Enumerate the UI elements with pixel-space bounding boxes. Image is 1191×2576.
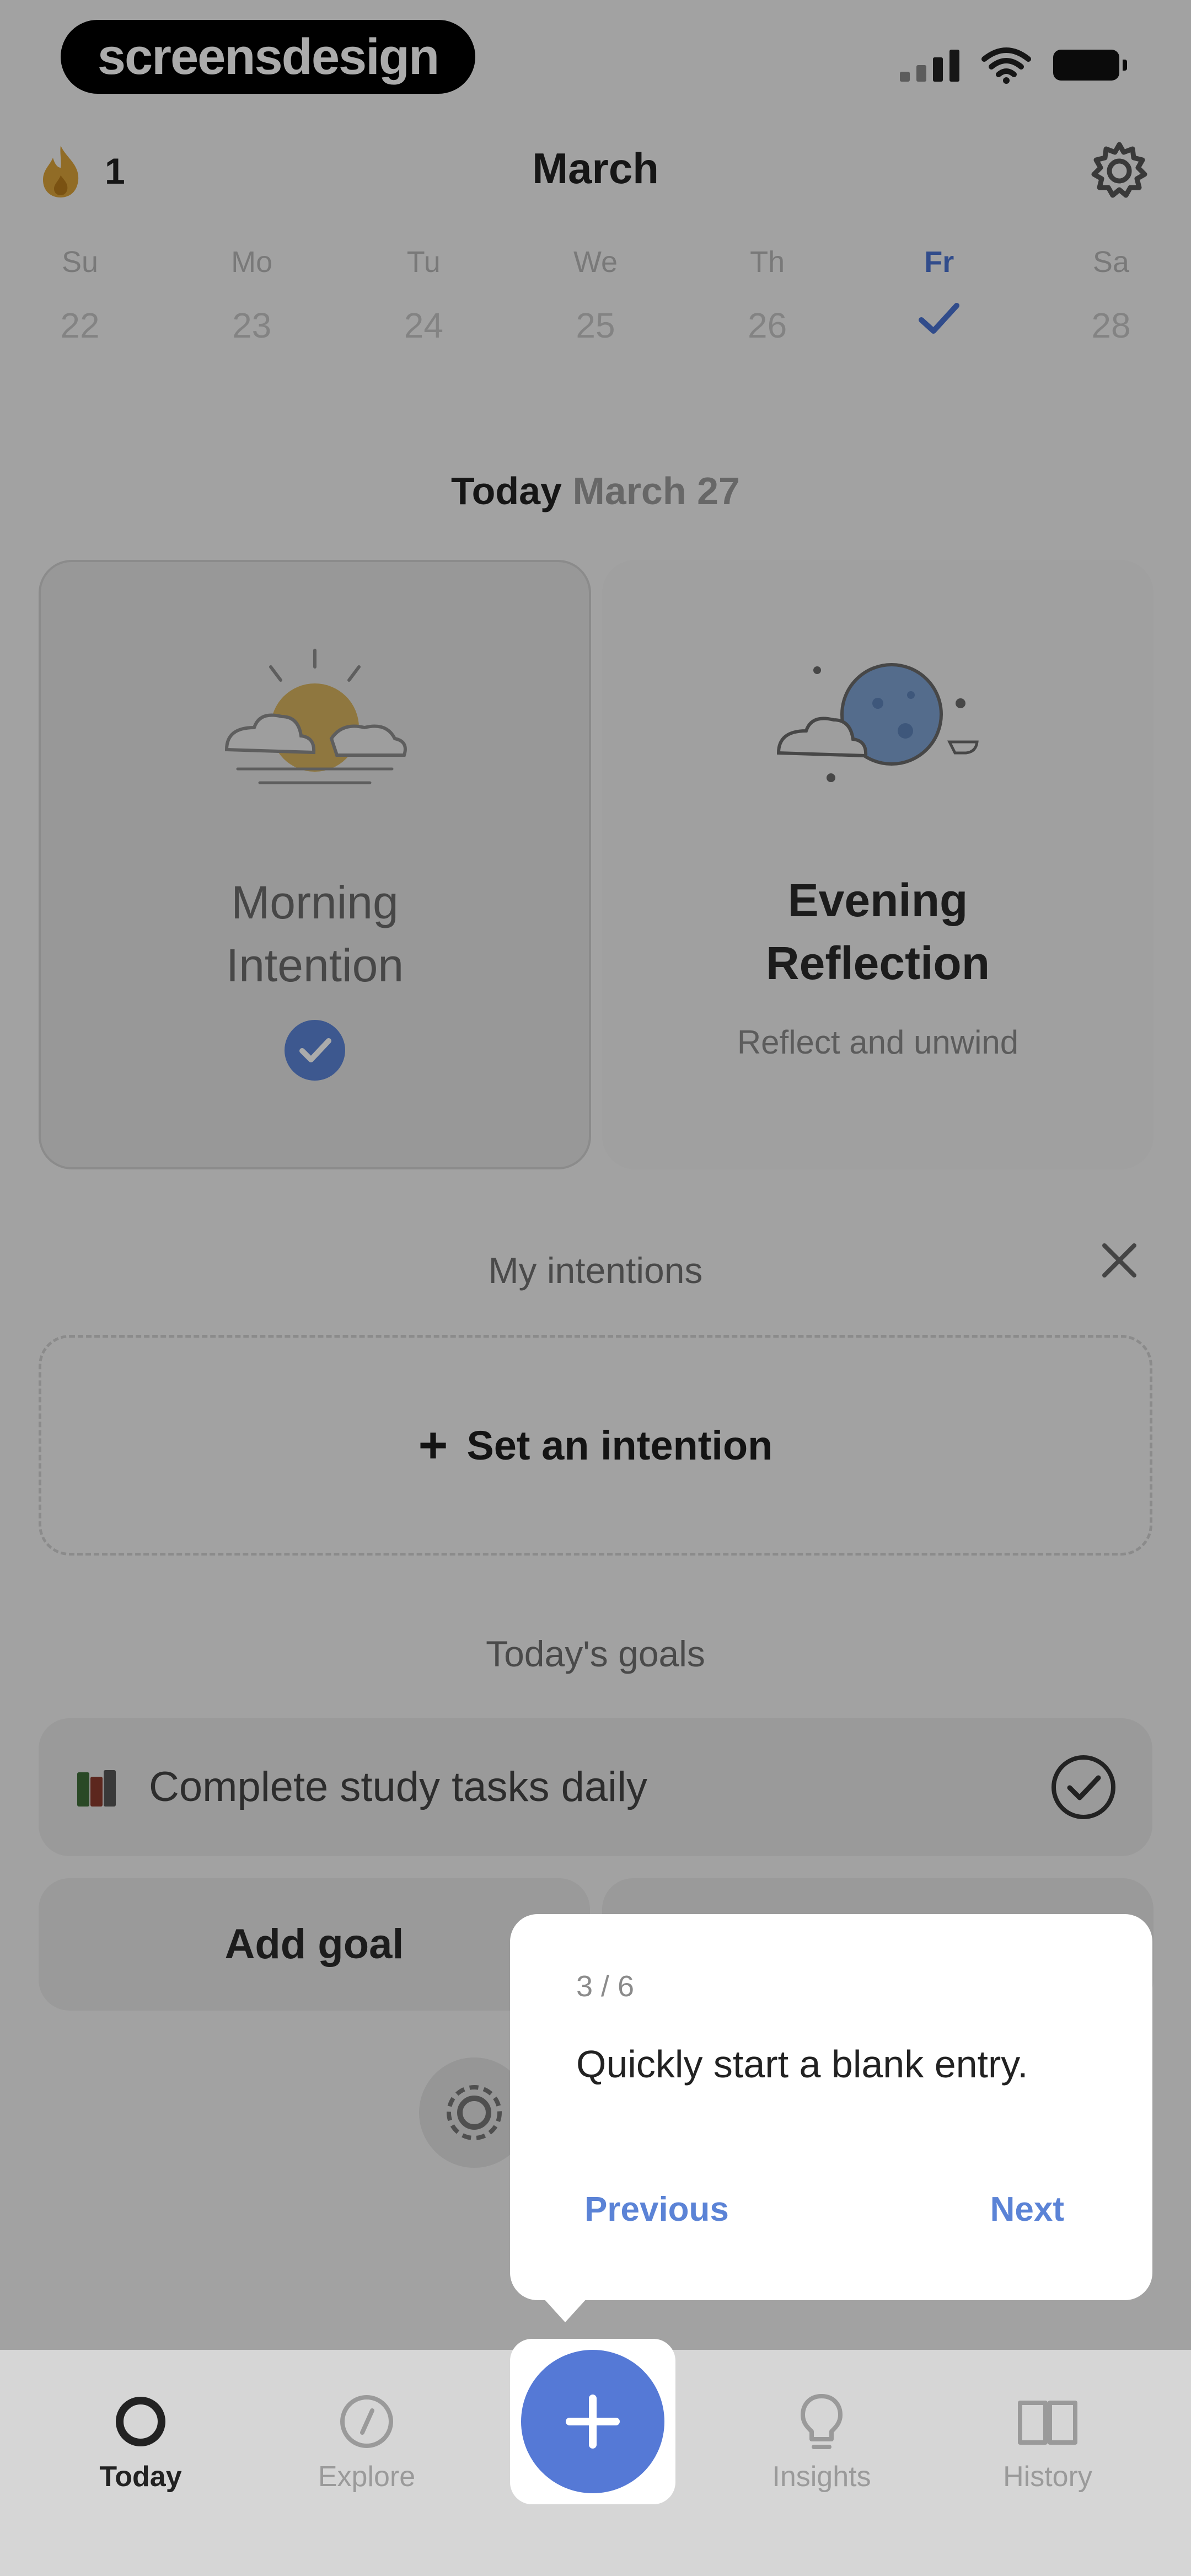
tab-label: Insights xyxy=(772,2461,871,2493)
tooltip-text: Quickly start a blank entry. xyxy=(576,2043,1028,2086)
tab-history[interactable]: History xyxy=(965,2388,1130,2493)
new-entry-button[interactable] xyxy=(521,2350,664,2493)
lightbulb-icon xyxy=(801,2394,843,2449)
tab-label: History xyxy=(1003,2461,1092,2493)
tab-today[interactable]: Today xyxy=(58,2388,223,2493)
tooltip-step: 3 / 6 xyxy=(576,1970,635,2003)
compass-icon xyxy=(340,2395,393,2448)
book-icon xyxy=(1018,2401,1077,2445)
fab-highlight xyxy=(510,2339,675,2504)
circle-icon xyxy=(116,2397,165,2446)
tab-label: Explore xyxy=(318,2461,416,2493)
tab-label: Today xyxy=(99,2461,182,2493)
app-screen: screensdesign 1 March Su 22 Mo 23 Tu 24 … xyxy=(0,0,1191,2576)
plus-icon xyxy=(566,2395,620,2449)
tooltip-next-button[interactable]: Next xyxy=(990,2190,1064,2229)
tab-explore[interactable]: Explore xyxy=(284,2388,449,2493)
onboarding-tooltip: 3 / 6 Quickly start a blank entry. Previ… xyxy=(510,1914,1152,2322)
tab-insights[interactable]: Insights xyxy=(739,2388,904,2493)
tooltip-previous-button[interactable]: Previous xyxy=(584,2190,729,2229)
